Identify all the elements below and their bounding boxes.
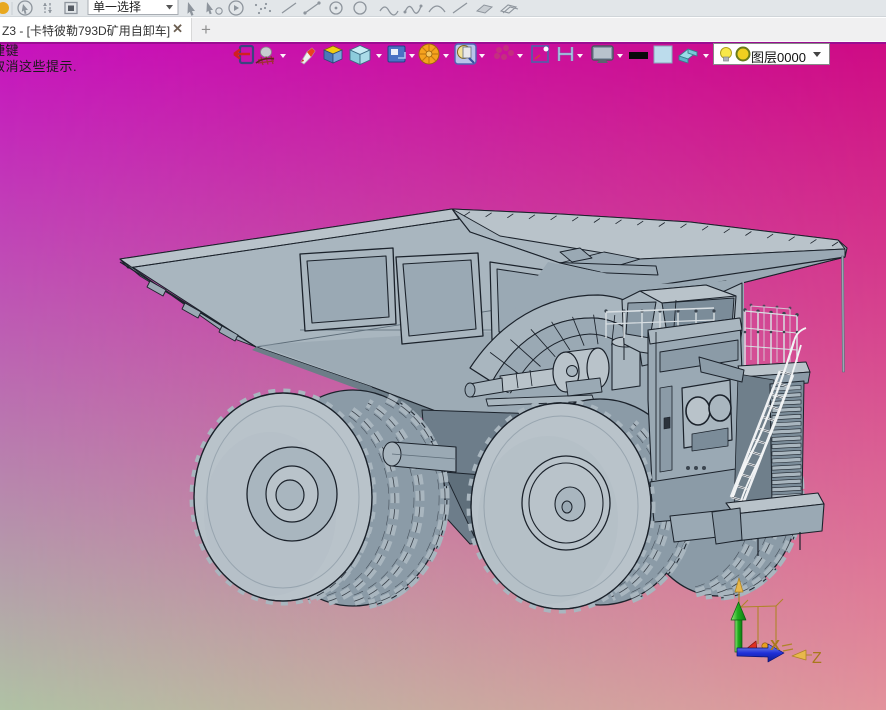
svg-text:单一选择: 单一选择	[93, 0, 141, 14]
